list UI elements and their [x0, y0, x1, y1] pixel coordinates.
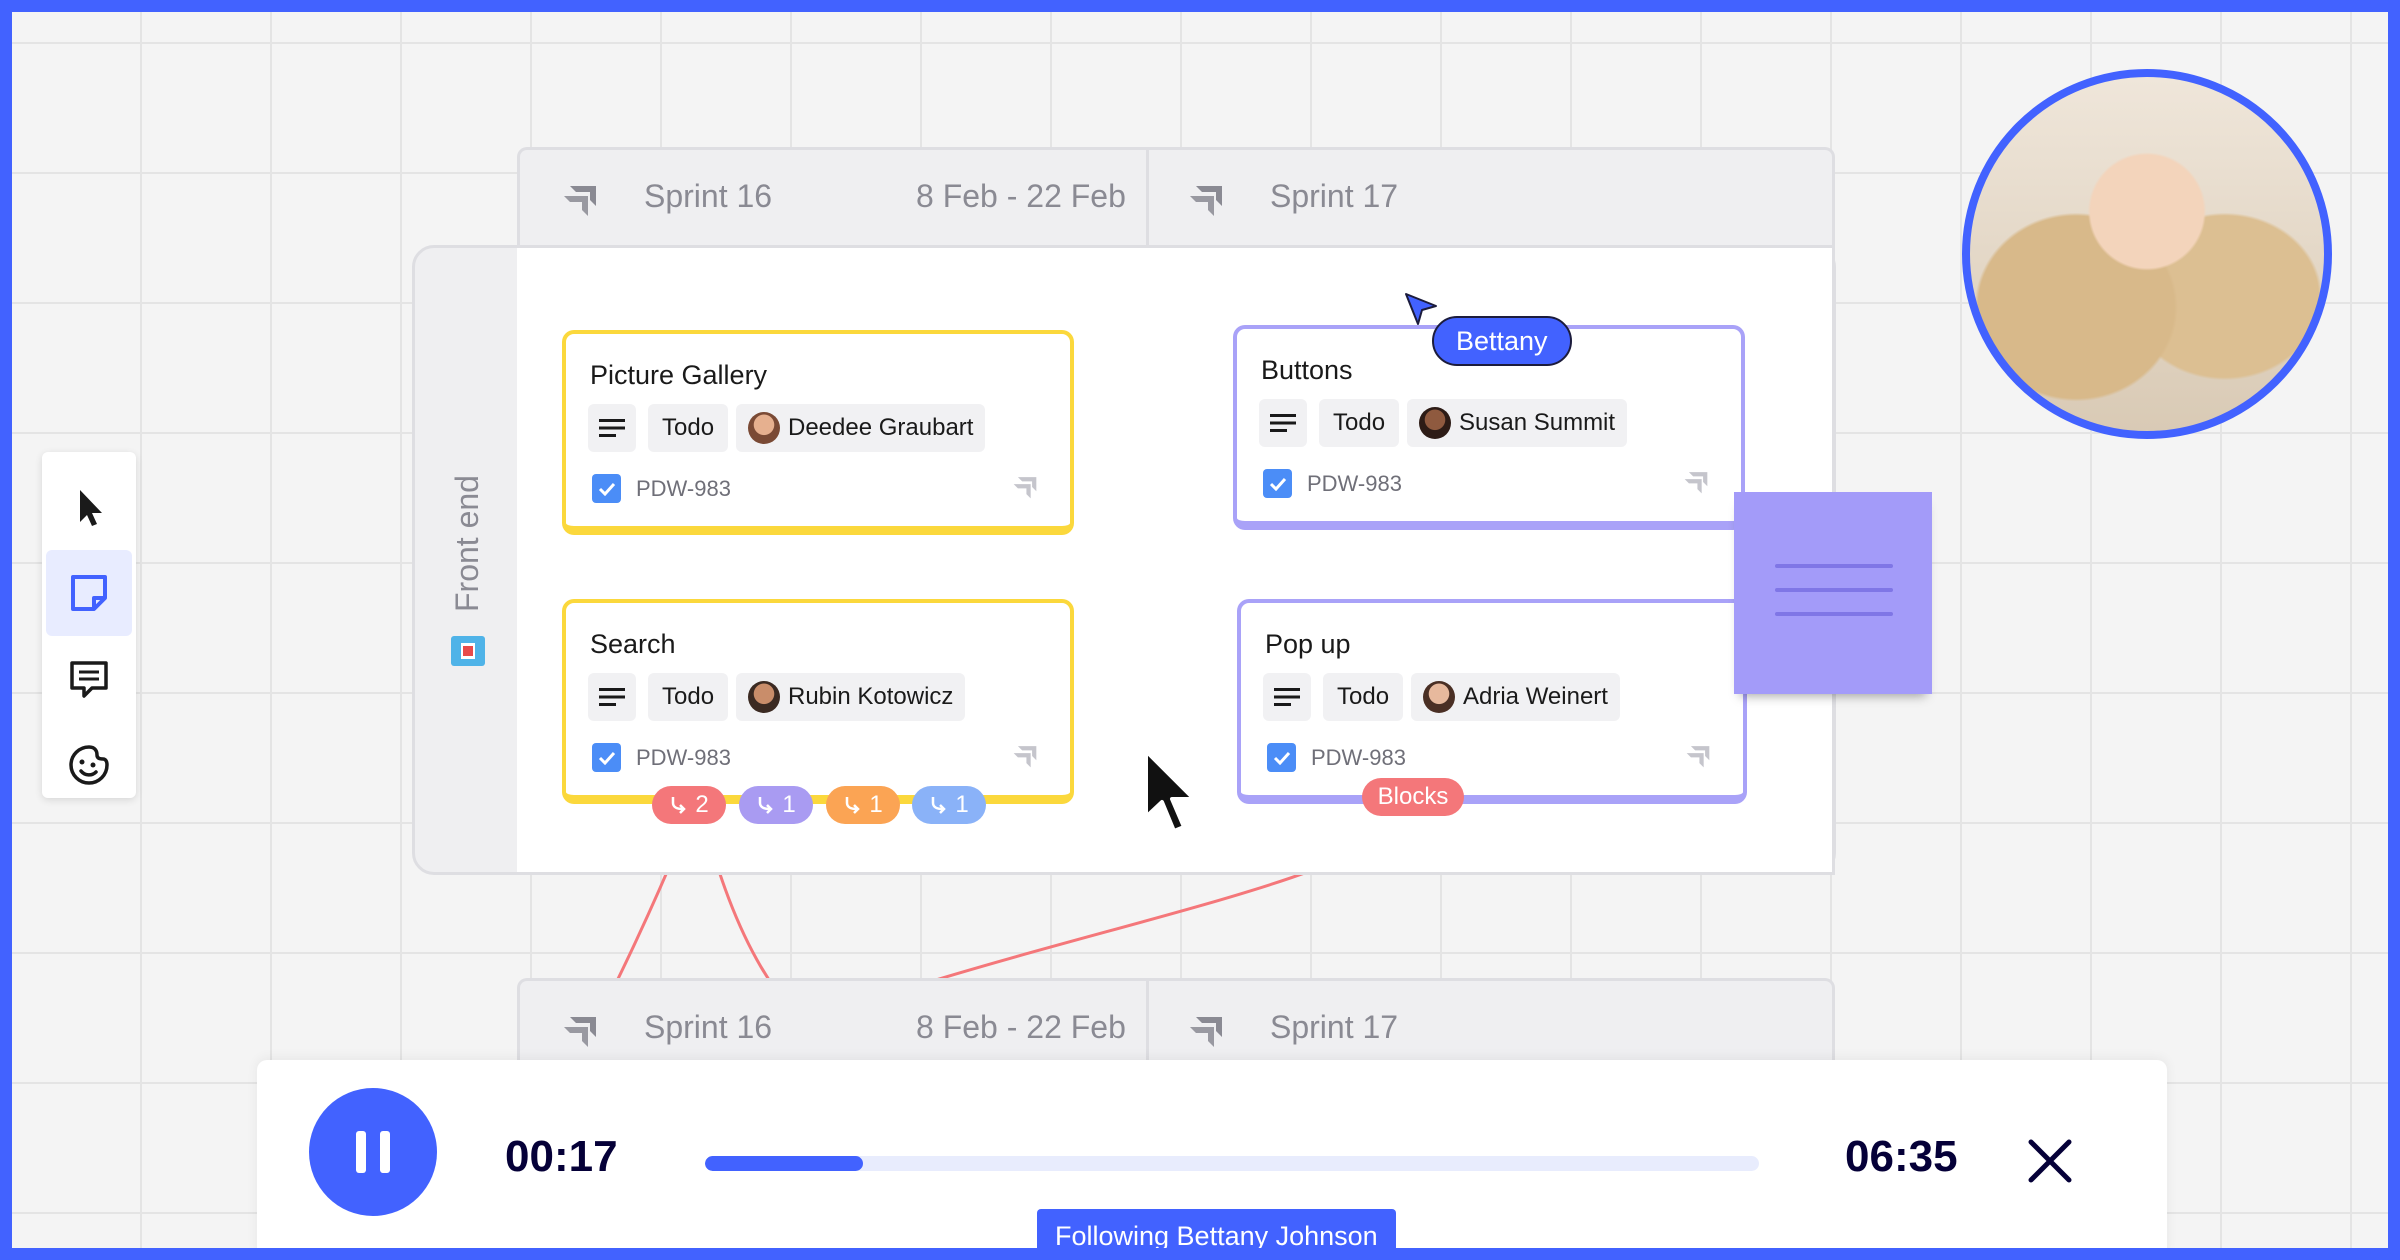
card-title: Pop up	[1265, 629, 1351, 659]
status-pill[interactable]: Todo	[1319, 399, 1400, 447]
card-title: Search	[590, 629, 676, 659]
jira-icon	[1686, 746, 1710, 768]
cursor-icon	[80, 490, 102, 526]
comment-icon	[70, 661, 108, 698]
issue-key: PDW-983	[636, 745, 731, 770]
dependency-count: 1	[955, 791, 969, 818]
avatar	[748, 681, 780, 713]
assignee-pill[interactable]: Susan Summit	[1407, 399, 1628, 447]
checkbox-icon	[1263, 469, 1292, 498]
sprint-dates: 8 Feb - 22 Feb	[916, 1009, 1126, 1045]
checkbox-icon	[592, 474, 621, 503]
collaborator-cursor-icon	[1405, 293, 1437, 325]
progress-track[interactable]	[705, 1156, 1759, 1171]
description-icon	[1263, 673, 1311, 721]
jira-icon	[1013, 477, 1037, 499]
sticky-note-icon	[71, 575, 107, 611]
total-time: 06:35	[1845, 1132, 1958, 1181]
description-icon	[588, 673, 636, 721]
assignee-name: Rubin Kotowicz	[788, 683, 954, 710]
sprint-dates: 8 Feb - 22 Feb	[916, 178, 1126, 214]
link-icon	[932, 797, 947, 814]
comment-tool-button[interactable]	[46, 636, 132, 722]
sprint-name: Sprint 16	[644, 1009, 773, 1045]
checkbox-icon	[1267, 743, 1296, 772]
card-title: Buttons	[1261, 355, 1353, 385]
checkbox-icon	[592, 743, 621, 772]
dependency-badge[interactable]: 1	[739, 786, 813, 824]
pause-icon	[356, 1131, 390, 1173]
left-toolbar	[42, 452, 136, 798]
sticky-note-tool-button[interactable]	[46, 550, 132, 636]
dependency-badge[interactable]: 1	[912, 786, 986, 824]
collaborator-name-tag: Bettany	[1432, 316, 1572, 366]
lane-flag-icon	[451, 636, 485, 666]
assignee-name: Deedee Graubart	[788, 414, 974, 441]
jira-icon	[564, 1017, 596, 1047]
description-icon	[1259, 399, 1307, 447]
sprint-name: Sprint 16	[644, 178, 773, 214]
link-icon	[759, 797, 774, 814]
sprint-name: Sprint 17	[1270, 178, 1399, 214]
video-call-avatar[interactable]	[1962, 69, 2332, 439]
emoji-tool-button[interactable]	[46, 722, 132, 808]
dependency-count: 2	[695, 791, 709, 818]
mouse-cursor-icon	[1144, 749, 1196, 833]
card-title: Picture Gallery	[590, 360, 768, 390]
dependency-badge[interactable]: 2	[652, 786, 726, 824]
description-icon	[588, 404, 636, 452]
assignee-name: Susan Summit	[1459, 409, 1616, 436]
following-banner[interactable]: Following Bettany Johnson	[1037, 1209, 1396, 1248]
avatar	[1423, 681, 1455, 713]
whiteboard-canvas[interactable]: Front end Sprint 16 8 Feb - 22 Feb Sprin…	[0, 0, 2400, 1260]
progress-fill	[705, 1156, 864, 1171]
blocks-label[interactable]: Blocks	[1362, 778, 1464, 816]
issue-card[interactable]: Search Todo Rubin Kotowicz PDW-983	[562, 599, 1074, 804]
jira-icon	[1190, 1017, 1222, 1047]
swimlane-title: Front end	[449, 475, 485, 612]
dependency-count: 1	[869, 791, 883, 818]
issue-key: PDW-983	[1307, 471, 1402, 496]
issue-key: PDW-983	[636, 476, 731, 501]
jira-icon	[564, 186, 596, 216]
emoji-sticker-icon	[69, 745, 109, 785]
issue-card[interactable]: Picture Gallery Todo Deedee Graubart PDW…	[562, 330, 1074, 535]
link-icon	[846, 797, 861, 814]
status-pill[interactable]: Todo	[648, 673, 729, 721]
status-pill[interactable]: Todo	[1323, 673, 1404, 721]
sprint-header-top: Sprint 16 8 Feb - 22 Feb Sprint 17	[517, 147, 1835, 245]
assignee-name: Adria Weinert	[1463, 683, 1608, 710]
avatar	[1419, 407, 1451, 439]
sprint-name: Sprint 17	[1270, 1009, 1399, 1045]
pause-button[interactable]	[309, 1088, 437, 1216]
jira-icon	[1684, 472, 1708, 494]
close-icon[interactable]	[2025, 1136, 2075, 1186]
select-tool-button[interactable]	[46, 464, 132, 550]
jira-icon	[1013, 746, 1037, 768]
issue-key: PDW-983	[1311, 745, 1406, 770]
jira-icon	[1190, 186, 1222, 216]
issue-card[interactable]: Pop up Todo Adria Weinert PDW-983	[1237, 599, 1747, 804]
sticky-note[interactable]	[1734, 492, 1932, 694]
dependency-count: 1	[782, 791, 796, 818]
assignee-pill[interactable]: Adria Weinert	[1411, 673, 1620, 721]
status-pill[interactable]: Todo	[648, 404, 729, 452]
link-icon	[672, 797, 687, 814]
assignee-pill[interactable]: Deedee Graubart	[736, 404, 986, 452]
avatar	[748, 412, 780, 444]
dependency-badge[interactable]: 1	[826, 786, 900, 824]
assignee-pill[interactable]: Rubin Kotowicz	[736, 673, 966, 721]
elapsed-time: 00:17	[505, 1132, 618, 1181]
